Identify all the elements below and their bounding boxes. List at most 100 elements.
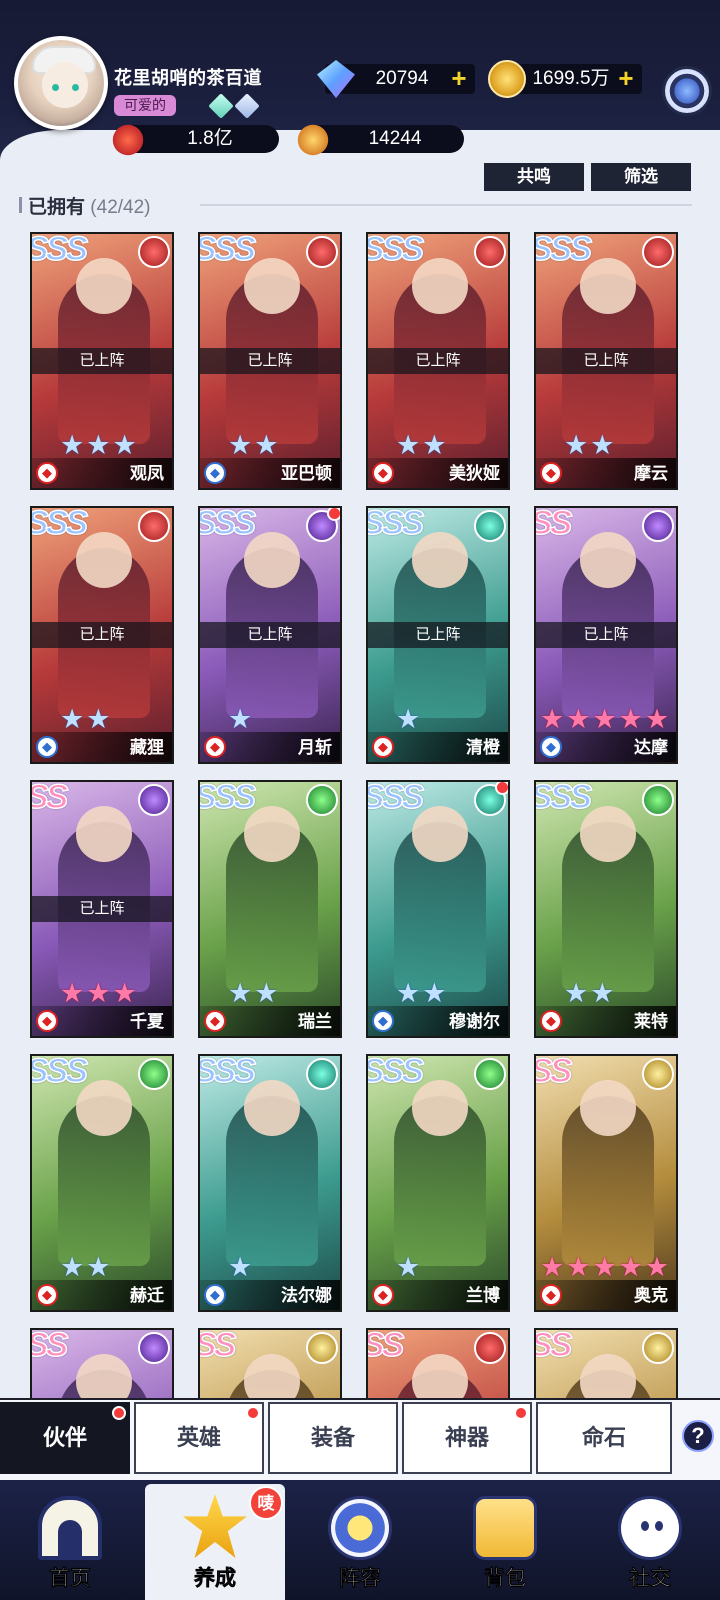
top-header: 花里胡哨的茶百道 可爱的 20794 + 1699.5万 + 1.8亿 1424… [0, 0, 720, 160]
notification-dot [246, 1406, 260, 1420]
rank-label: SSS [30, 1054, 89, 1091]
hero-name: 法尔娜 [281, 1286, 332, 1305]
nav-backpack[interactable]: 背包 [435, 1486, 575, 1600]
hero-name: 千夏 [130, 1012, 164, 1031]
hero-card[interactable]: SS 已上阵 ◆ 千夏 ★★★ [30, 780, 174, 1038]
star-rating: ★ ★ ★ ★ ★ [540, 1254, 669, 1281]
hero-card[interactable]: SSS ◆ 瑞兰 ★ ★ [198, 780, 342, 1038]
hero-card[interactable]: SSS 已上阵 ◆ 美狄娅 ★ ★ [366, 232, 510, 490]
hero-card[interactable]: SS [534, 1328, 678, 1398]
star-icon: ★ [228, 430, 253, 460]
tab-heroes[interactable]: 英雄 [134, 1402, 264, 1474]
tab-equipment[interactable]: 装备 [268, 1402, 398, 1474]
tab-fate-stones[interactable]: 命石 [536, 1402, 672, 1474]
add-coin-button[interactable]: + [614, 65, 638, 91]
class-icon: ◆ [36, 736, 58, 758]
nav-label: 首页 [49, 1567, 92, 1591]
hero-card[interactable]: SSS 已上阵 ◆ 藏狸 ★ ★ [30, 506, 174, 764]
home-icon [38, 1496, 102, 1560]
hero-card[interactable]: SSS 已上阵 ◆ 亚巴顿 ★ ★ [198, 232, 342, 490]
star-icon: ★ [396, 978, 421, 1008]
nav-label: 社交 [629, 1567, 672, 1591]
rank-label: SS [536, 506, 573, 543]
faction-icon [138, 236, 170, 268]
hero-portrait [200, 1056, 340, 1310]
tab-label: 英雄 [176, 1425, 221, 1450]
power-value: 1.8亿 [187, 128, 233, 149]
star-icon: ★ [422, 978, 447, 1008]
faction-icon [306, 236, 338, 268]
diamond-icon [317, 60, 355, 98]
star-rating: ★ ★ [564, 978, 614, 1008]
faction-icon [474, 510, 506, 542]
hero-card[interactable]: SSS ◆ 兰博 ★ [366, 1054, 510, 1312]
hero-card[interactable]: SSS ◆ 法尔娜 ★ [198, 1054, 342, 1312]
teal-gem-icon [208, 93, 234, 119]
faction-icon [642, 784, 674, 816]
hero-head [580, 1080, 636, 1136]
rank-label: SS [536, 1054, 573, 1091]
deployed-banner: 已上阵 [32, 896, 172, 922]
star-icon: ★ [86, 704, 111, 734]
star-rating: ★ ★ ★ [60, 978, 137, 1008]
add-diamond-button[interactable]: + [447, 65, 471, 91]
nav-social[interactable]: 社交 [580, 1486, 720, 1600]
nav-label: 养成 [194, 1567, 237, 1591]
star-icon: ★ [396, 1252, 421, 1282]
star-rating: ★ ★ [60, 1252, 110, 1282]
nav-training[interactable]: 唛 养成 [145, 1484, 285, 1600]
class-icon: ◆ [540, 462, 562, 484]
coin-counter: 1699.5万 + [488, 60, 642, 98]
nav-lineup[interactable]: 阵容 [290, 1486, 430, 1600]
hero-head [76, 806, 132, 862]
hero-card[interactable]: SSS ◆ 莱特 ★ ★ [534, 780, 678, 1038]
player-name: 花里胡哨的茶百道 [114, 68, 262, 88]
faction-icon [138, 1058, 170, 1090]
class-icon: ◆ [36, 1010, 58, 1032]
star-icon: ★ [60, 978, 85, 1008]
hero-card[interactable]: SS [30, 1328, 174, 1398]
rank-label: SS [32, 1328, 69, 1365]
hero-card[interactable]: SS [198, 1328, 342, 1398]
resonance-button[interactable]: 共鸣 [484, 163, 584, 191]
hero-portrait [368, 1056, 508, 1310]
star-icon: ★ [396, 704, 421, 734]
faction-icon [138, 784, 170, 816]
hero-card[interactable]: SS已上阵◆达摩★★★★★ [534, 506, 678, 764]
star-icon: ★ [590, 430, 615, 460]
diamond-value: 20794 [375, 68, 429, 89]
player-avatar[interactable] [14, 36, 108, 130]
faction-icon [306, 784, 338, 816]
hero-card[interactable]: SSS 已上阵 ◆ 月斩 ★ [198, 506, 342, 764]
hero-card[interactable]: SSS 已上阵 ◆ 摩云 ★ ★ [534, 232, 678, 490]
star-icon: ★ [60, 1252, 85, 1282]
hero-card[interactable]: SSS 已上阵 ◆ 观凤 ★ ★ ★ [30, 232, 174, 490]
filter-button[interactable]: 筛选 [591, 163, 691, 191]
class-icon: ◆ [372, 736, 394, 758]
help-icon[interactable]: ? [682, 1420, 714, 1452]
star-rating: ★ ★ [564, 430, 615, 460]
deployed-banner: 已上阵 [32, 348, 172, 374]
tab-artifacts[interactable]: 神器 [402, 1402, 532, 1474]
hero-card[interactable]: SSS ◆ 赫迁 ★ ★ [30, 1054, 174, 1312]
hero-card[interactable]: SS [366, 1328, 510, 1398]
star-rating: ★ [396, 704, 421, 734]
star-rating: ★ ★ [228, 430, 278, 460]
power-counter: 1.8亿 [112, 124, 279, 156]
star-rating: ★ [228, 1254, 252, 1281]
hero-name: 清橙 [466, 738, 500, 757]
hero-card[interactable]: SS◆奥克★★★★★ [534, 1054, 678, 1312]
hero-card[interactable]: SSS ◆ 穆谢尔 ★ ★ [366, 780, 510, 1038]
avatar-eye [72, 84, 79, 91]
hero-name: 奥克 [634, 1286, 668, 1305]
star-icon: ★ [564, 978, 589, 1008]
settings-gear-icon[interactable] [662, 66, 712, 116]
tab-label: 伙伴 [42, 1425, 87, 1450]
rank-label: SSS [366, 506, 425, 543]
hero-card[interactable]: SSS 已上阵 ◆ 清橙 ★ [366, 506, 510, 764]
star-icon: ★ [540, 704, 565, 734]
tab-partners[interactable]: 伙伴 [0, 1402, 130, 1474]
nav-home[interactable]: 首页 [0, 1486, 140, 1600]
rank-label: SS [32, 780, 69, 817]
star-rating: ★ ★ [60, 704, 111, 734]
